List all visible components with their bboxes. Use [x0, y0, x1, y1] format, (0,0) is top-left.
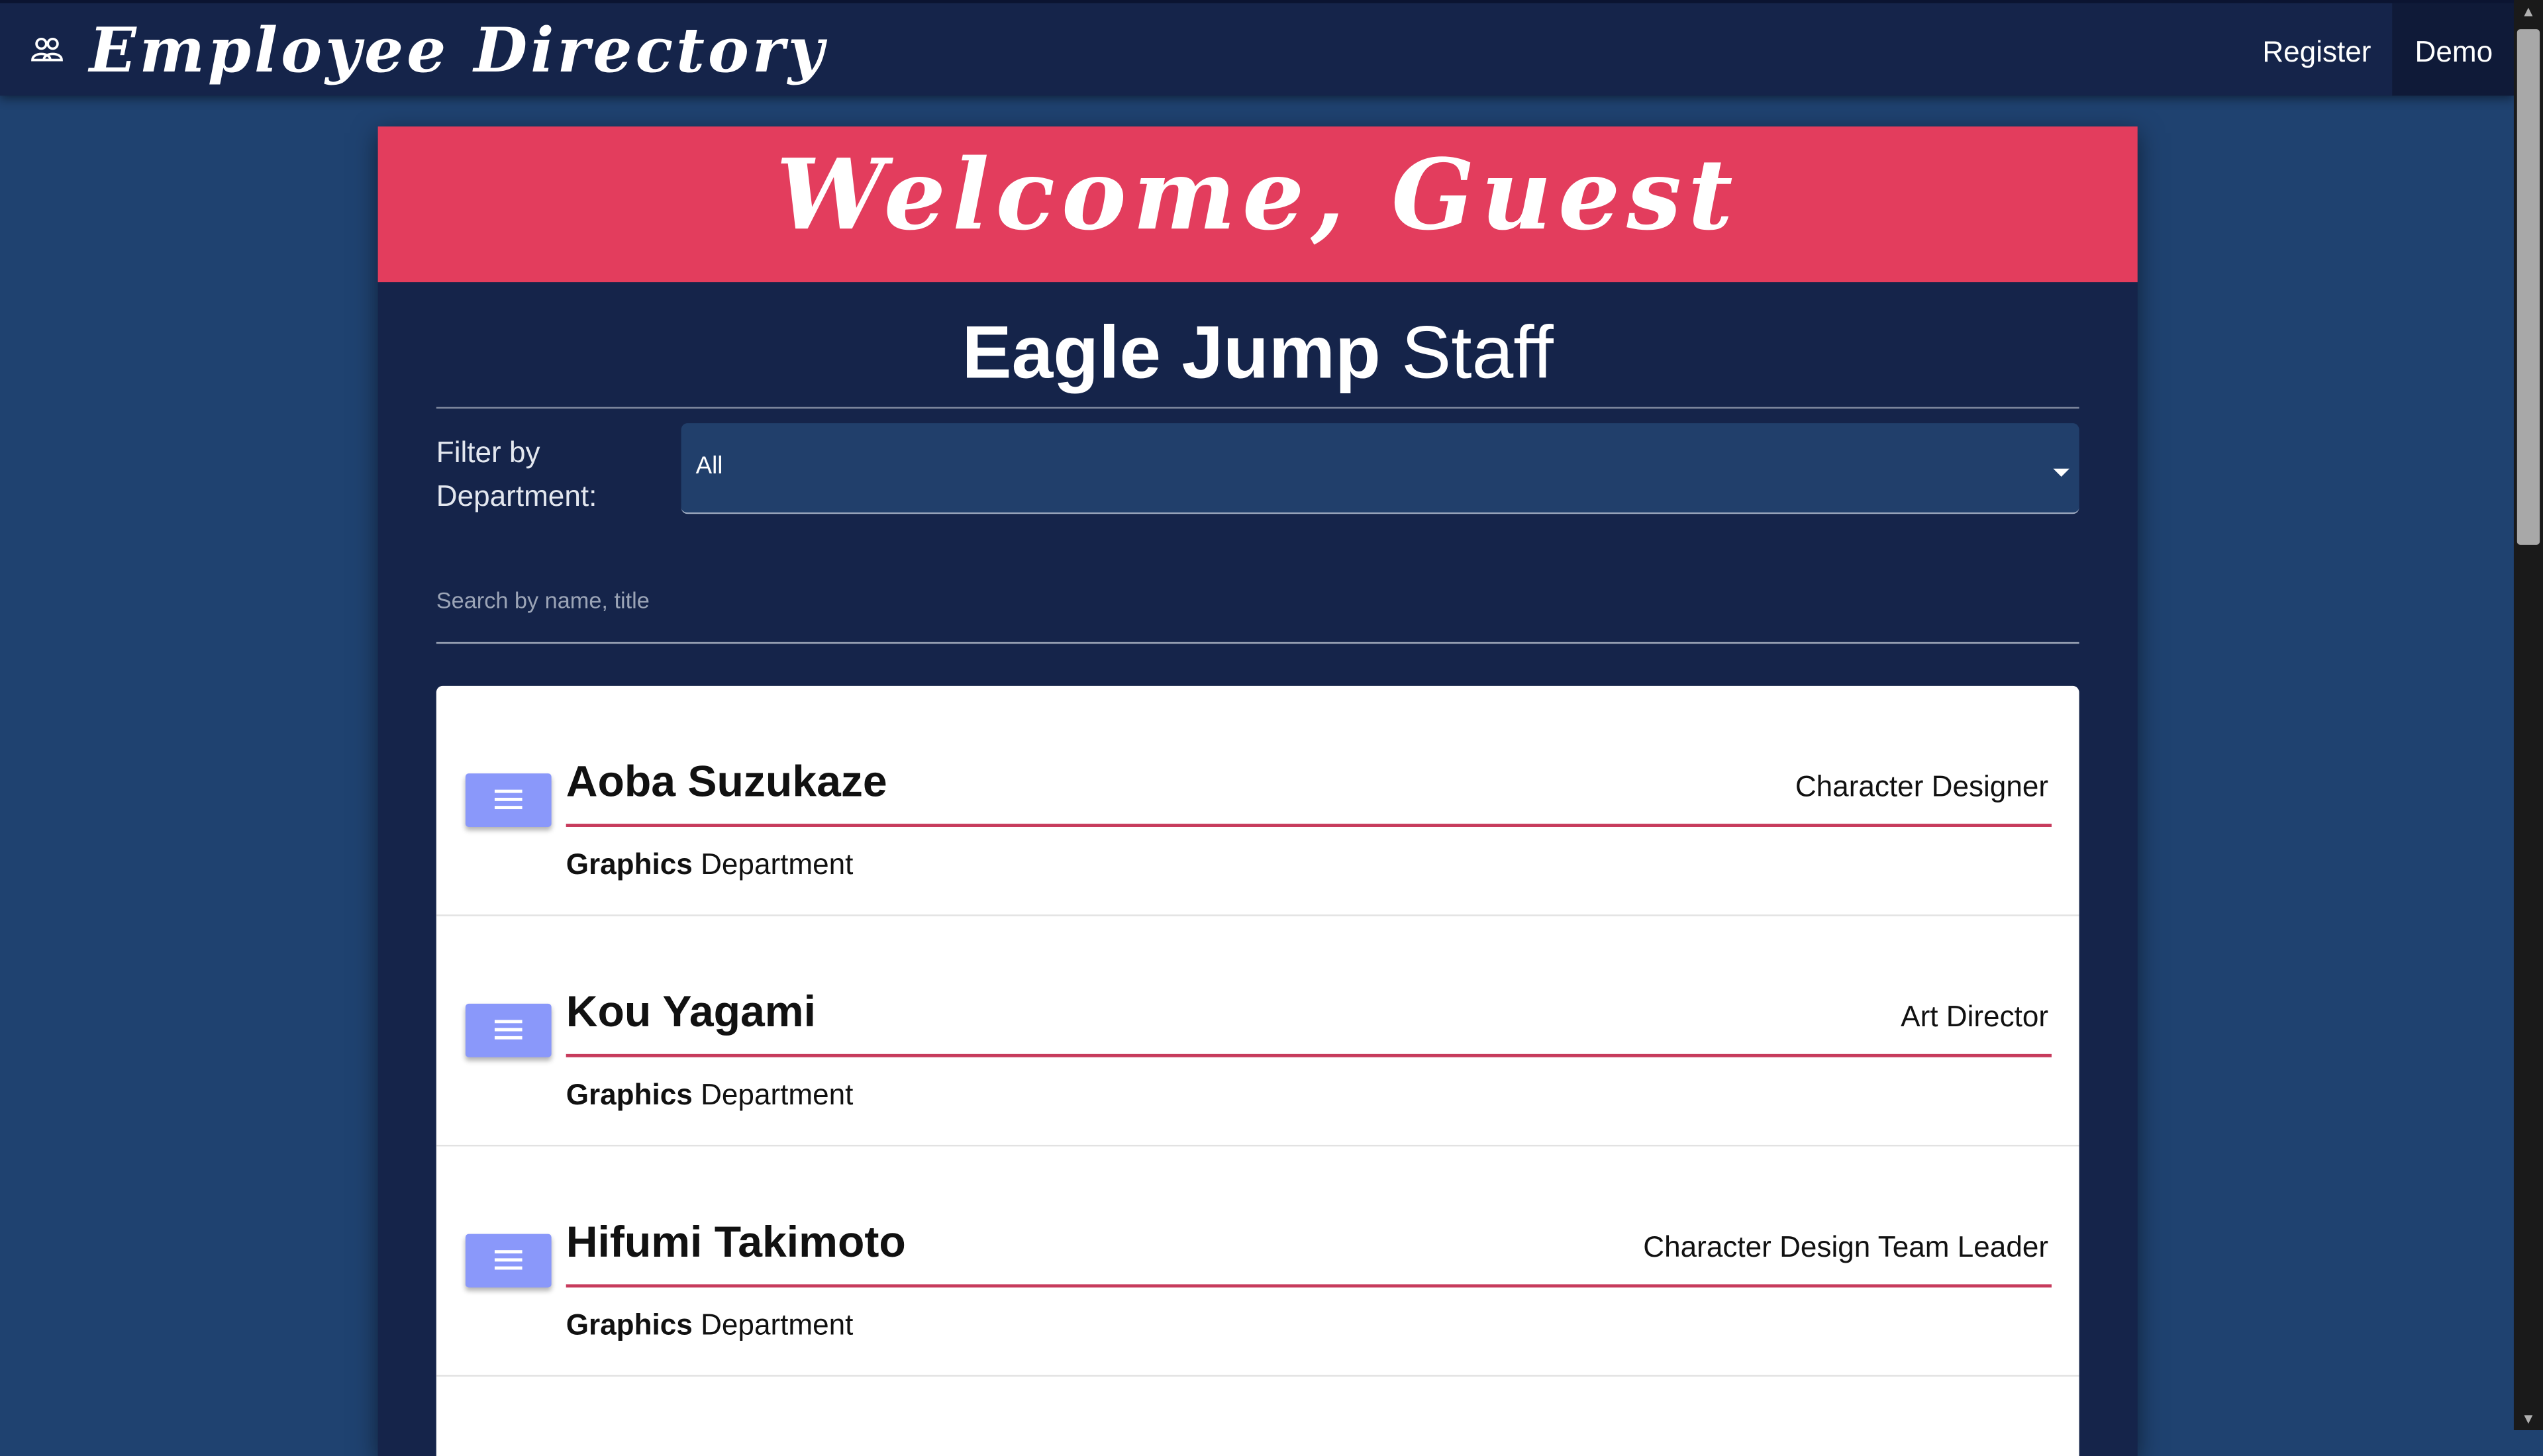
employee-name: Aoba Suzukaze [566, 757, 887, 806]
people-icon [31, 37, 63, 62]
scroll-down-icon[interactable]: ▼ [2514, 1408, 2543, 1430]
employee-name: Kou Yagami [566, 987, 816, 1036]
employee-divider [566, 824, 2052, 827]
employee-row: Hifumi Takimoto Character Design Team Le… [436, 1146, 2079, 1377]
department-select[interactable]: All [681, 423, 2079, 514]
employee-department: Graphics Department [566, 1308, 854, 1342]
employee-row: Aoba Suzukaze Character Designer Graphic… [436, 686, 2079, 916]
employee-divider [566, 1284, 2052, 1288]
department-suffix: Department [701, 848, 854, 881]
scrollbar[interactable]: ▲ ▼ [2513, 0, 2543, 1431]
employee-row: Kou Yagami Art Director Graphics Departm… [436, 916, 2079, 1147]
employee-department: Graphics Department [566, 1079, 854, 1112]
menu-icon-bar [494, 1036, 523, 1040]
employee-name: Hifumi Takimoto [566, 1218, 906, 1267]
menu-icon-bar [494, 1266, 523, 1270]
brand-title[interactable]: Employee Directory [89, 13, 827, 86]
menu-icon [494, 1020, 523, 1024]
employee-title: Art Director [1901, 1000, 2049, 1034]
employee-list: Aoba Suzukaze Character Designer Graphic… [436, 685, 2079, 1456]
scroll-up-icon[interactable]: ▲ [2514, 0, 2543, 23]
employee-title: Character Designer [1795, 770, 2049, 803]
employee-department: Graphics Department [566, 848, 854, 882]
menu-icon [494, 1250, 523, 1254]
employee-menu-button[interactable] [465, 1003, 552, 1057]
employee-divider [566, 1053, 2052, 1057]
main-card: Welcome, Guest Eagle Jump Staff Filter b… [377, 126, 2138, 1456]
department-suffix: Department [701, 1078, 854, 1111]
menu-icon-bar [494, 806, 523, 810]
page-title: Eagle Jump Staff [378, 308, 2138, 395]
top-navbar: Employee Directory Register Demo [0, 0, 2514, 96]
department-suffix: Department [701, 1308, 854, 1341]
department-select-value: All [695, 452, 723, 480]
menu-icon [494, 789, 523, 793]
filter-label: Filter by Department: [436, 436, 597, 512]
menu-icon-bar [494, 797, 523, 801]
scroll-thumb[interactable] [2517, 29, 2540, 545]
menu-icon-bar [494, 1028, 523, 1032]
search-underline [436, 642, 2079, 644]
staff-label: Staff [1401, 309, 1554, 395]
employee-title: Character Design Team Leader [1643, 1230, 2049, 1263]
welcome-text: Welcome, Guest [775, 139, 1740, 254]
nav-register-link[interactable]: Register [2240, 3, 2394, 96]
employee-menu-button[interactable] [465, 773, 552, 827]
company-name: Eagle Jump [962, 309, 1381, 395]
employee-menu-button[interactable] [465, 1234, 552, 1288]
department-name: Graphics [566, 1078, 693, 1111]
menu-icon-bar [494, 1258, 523, 1262]
department-name: Graphics [566, 848, 693, 881]
search-input[interactable] [436, 580, 1572, 620]
caret-down-icon [2053, 468, 2069, 477]
nav-demo-link[interactable]: Demo [2392, 3, 2514, 96]
app-root: Employee Directory Register Demo Welcome… [0, 0, 2543, 1456]
welcome-banner: Welcome, Guest [377, 126, 2138, 283]
department-name: Graphics [566, 1308, 693, 1341]
divider [436, 407, 2079, 409]
